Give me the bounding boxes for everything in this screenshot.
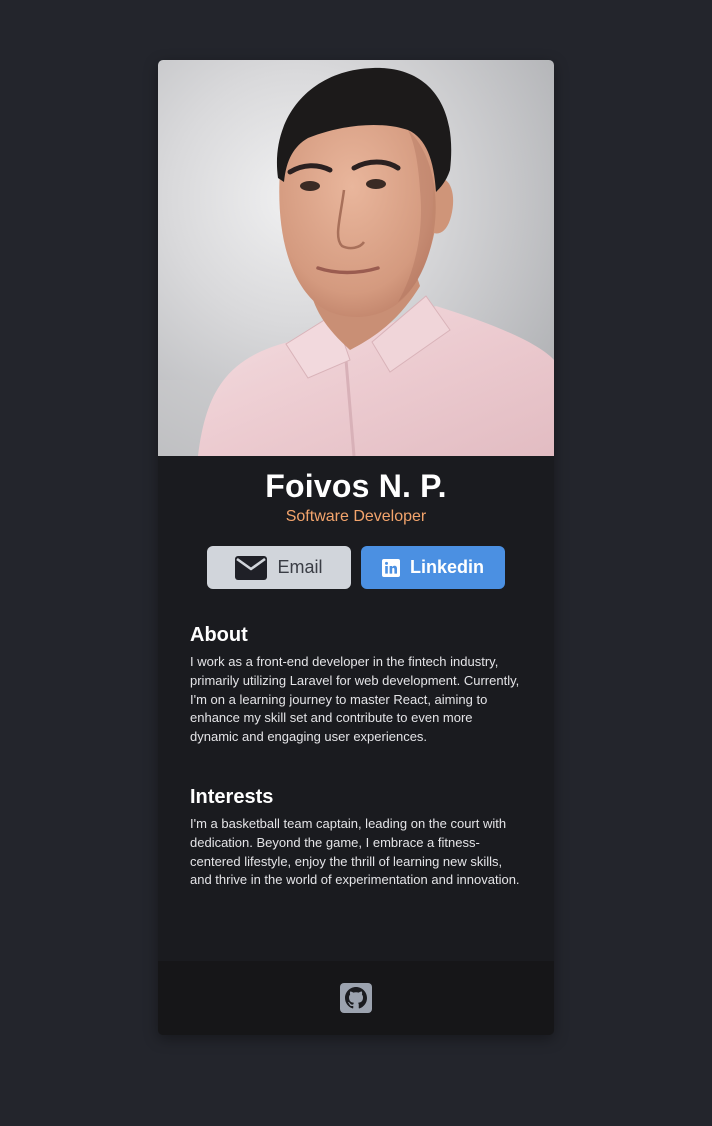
about-text: I work as a front-end developer in the f…: [190, 654, 520, 745]
linkedin-button-label: Linkedin: [409, 557, 484, 577]
envelope-icon: [235, 555, 268, 580]
profile-photo: [158, 60, 554, 456]
linkedin-icon: [381, 558, 400, 577]
email-button[interactable]: Email: [207, 546, 351, 589]
contact-buttons: Email Linkedin: [158, 546, 554, 589]
profile-card: Foivos N. P. Software Developer Email Li…: [158, 60, 554, 1035]
about-section: About I work as a front-end developer in…: [158, 623, 554, 747]
email-button-label: Email: [277, 557, 323, 577]
interests-heading: Interests: [190, 785, 274, 808]
interests-text: I'm a basketball team captain, leading o…: [190, 815, 520, 888]
about-heading: About: [190, 624, 248, 646]
profile-role: Software Developer: [285, 508, 427, 525]
interests-section: Interests I'm a basketball team captain,…: [158, 785, 554, 890]
linkedin-button[interactable]: Linkedin: [361, 546, 505, 589]
profile-name: Foivos N. P.: [265, 468, 447, 504]
github-icon[interactable]: [340, 983, 372, 1013]
card-footer: [158, 961, 554, 1035]
